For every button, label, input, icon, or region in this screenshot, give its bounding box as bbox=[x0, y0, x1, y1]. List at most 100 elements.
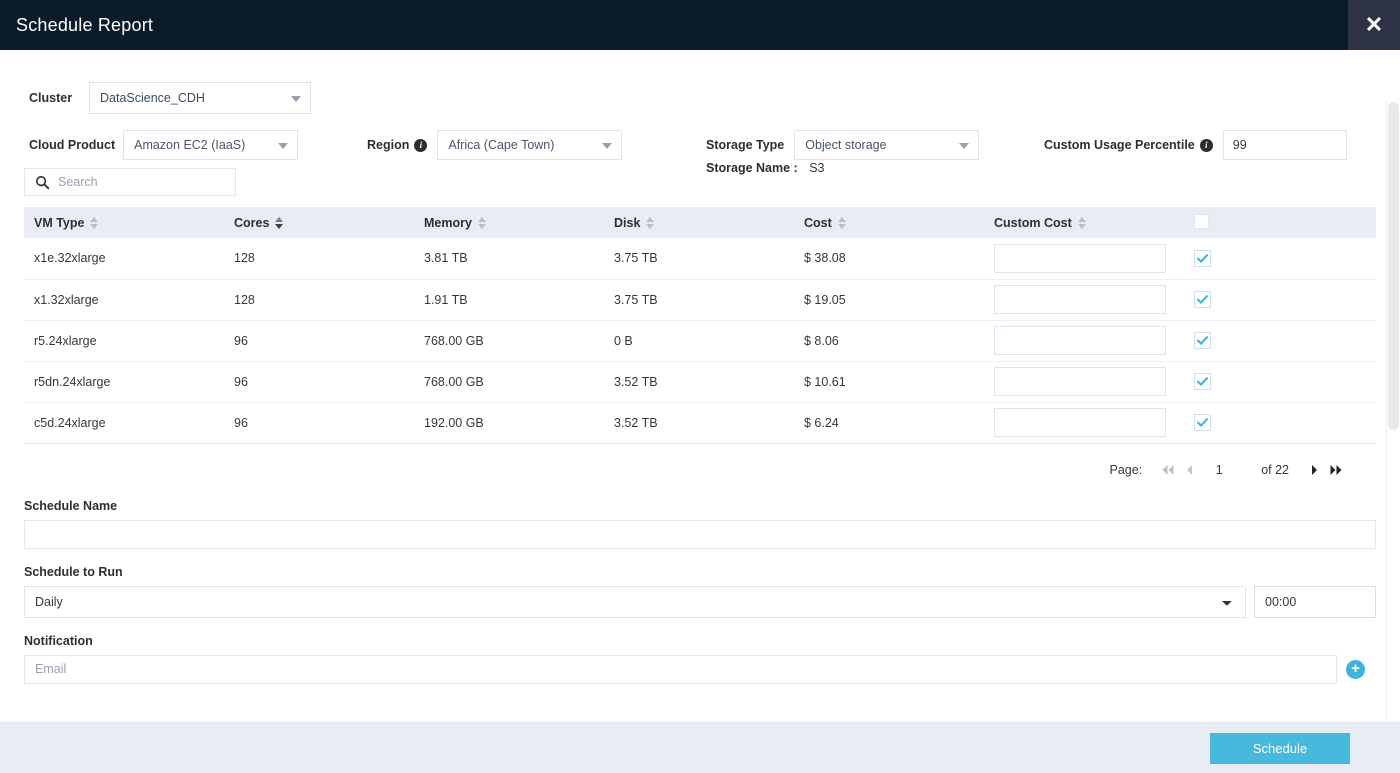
cell-memory: 3.81 TB bbox=[414, 238, 604, 280]
search-box[interactable] bbox=[24, 168, 236, 196]
row-checkbox[interactable] bbox=[1194, 414, 1211, 431]
custom-usage-percentile-input[interactable] bbox=[1222, 130, 1347, 160]
table-body: x1e.32xlarge 128 3.81 TB 3.75 TB $ 38.08 x1.3… bbox=[24, 238, 1376, 444]
schedule-time-input[interactable] bbox=[1254, 585, 1376, 618]
info-icon[interactable]: i bbox=[1199, 138, 1213, 152]
storage-type-dropdown[interactable]: Object storage bbox=[794, 130, 980, 160]
cell-memory: 768.00 GB bbox=[414, 320, 604, 362]
column-label: Memory bbox=[424, 215, 472, 230]
cell-cores: 128 bbox=[224, 279, 414, 321]
cell-cores: 96 bbox=[224, 320, 414, 362]
cell-memory: 192.00 GB bbox=[414, 402, 604, 444]
column-header-cost[interactable]: Cost bbox=[794, 207, 984, 238]
sort-icon[interactable] bbox=[90, 216, 99, 229]
region-label: Region bbox=[367, 138, 410, 152]
double-arrow-left-icon bbox=[1162, 464, 1174, 475]
add-email-button[interactable]: + bbox=[1346, 659, 1365, 679]
filters-section: Cluster DataScience_CDH Cloud Product Am… bbox=[24, 50, 1376, 175]
column-header-select-all[interactable] bbox=[1184, 207, 1376, 238]
schedule-name-input[interactable] bbox=[24, 519, 1376, 549]
vm-table: VM Type Cores Memory Disk Cost Custom Co… bbox=[24, 207, 1376, 444]
custom-cost-input[interactable] bbox=[994, 326, 1166, 355]
cell-vm-type: c5d.24xlarge bbox=[24, 402, 224, 444]
column-label: Cores bbox=[234, 215, 270, 230]
custom-usage-percentile-field: Custom Usage Percentile i bbox=[1044, 130, 1347, 160]
schedule-name-label: Schedule Name bbox=[24, 498, 118, 513]
schedule-to-run-label: Schedule to Run bbox=[24, 564, 123, 579]
cell-vm-type: x1e.32xlarge bbox=[24, 238, 224, 280]
first-page-button[interactable] bbox=[1156, 464, 1180, 476]
cluster-label: Cluster bbox=[29, 91, 73, 105]
page-title: Schedule Report bbox=[16, 14, 154, 35]
schedule-button[interactable]: Schedule bbox=[1210, 732, 1350, 764]
scrollbar-thumb[interactable] bbox=[1388, 102, 1399, 430]
schedule-to-run-row: DailyWeeklyMonthly bbox=[24, 585, 1376, 618]
column-header-cores[interactable]: Cores bbox=[224, 207, 414, 238]
close-button[interactable]: ✕ bbox=[1348, 0, 1400, 50]
chevron-down-icon bbox=[278, 143, 289, 149]
region-dropdown[interactable]: Africa (Cape Town) bbox=[437, 130, 623, 160]
cell-cores: 96 bbox=[224, 361, 414, 403]
search-input[interactable] bbox=[50, 169, 235, 195]
storage-type-label: Storage Type bbox=[706, 138, 785, 152]
cell-cost: $ 38.08 bbox=[794, 238, 984, 280]
row-checkbox[interactable] bbox=[1194, 373, 1211, 390]
cell-custom-cost bbox=[984, 279, 1184, 321]
table-header: VM Type Cores Memory Disk Cost Custom Co… bbox=[24, 207, 1376, 238]
next-page-button[interactable] bbox=[1305, 464, 1324, 476]
cloud-product-field: Cloud Product Amazon EC2 (IaaS) bbox=[29, 130, 299, 160]
column-label: VM Type bbox=[34, 215, 85, 230]
notification-email-input[interactable] bbox=[24, 654, 1337, 684]
cluster-dropdown[interactable]: DataScience_CDH bbox=[89, 82, 311, 114]
column-label: Disk bbox=[614, 215, 641, 230]
arrow-right-icon bbox=[1312, 464, 1317, 475]
modal-titlebar: Schedule Report ✕ bbox=[0, 0, 1400, 50]
select-all-checkbox[interactable] bbox=[1194, 213, 1209, 229]
cell-custom-cost bbox=[984, 402, 1184, 444]
cell-row-select bbox=[1184, 320, 1376, 362]
double-arrow-right-icon bbox=[1330, 464, 1342, 475]
storage-name-value: S3 bbox=[809, 161, 825, 175]
cell-vm-type: x1.32xlarge bbox=[24, 279, 224, 321]
cloud-product-dropdown-value: Amazon EC2 (IaaS) bbox=[134, 138, 246, 152]
sort-icon[interactable] bbox=[837, 216, 846, 229]
column-header-disk[interactable]: Disk bbox=[604, 207, 794, 238]
cell-cost: $ 6.24 bbox=[794, 402, 984, 444]
schedule-to-run-select[interactable]: DailyWeeklyMonthly bbox=[24, 585, 1246, 618]
chevron-down-icon bbox=[291, 96, 301, 102]
close-icon: ✕ bbox=[1364, 12, 1384, 37]
custom-usage-percentile-label: Custom Usage Percentile bbox=[1044, 138, 1195, 152]
last-page-button[interactable] bbox=[1324, 464, 1348, 476]
row-checkbox[interactable] bbox=[1194, 291, 1211, 308]
cluster-dropdown-value: DataScience_CDH bbox=[100, 91, 205, 105]
column-header-custom-cost[interactable]: Custom Cost bbox=[984, 207, 1184, 238]
sort-icon[interactable] bbox=[646, 216, 655, 229]
cell-custom-cost bbox=[984, 320, 1184, 362]
custom-cost-input[interactable] bbox=[994, 285, 1166, 314]
custom-cost-input[interactable] bbox=[994, 367, 1166, 396]
cell-row-select bbox=[1184, 402, 1376, 444]
sort-icon[interactable] bbox=[275, 216, 284, 229]
sort-icon[interactable] bbox=[1077, 216, 1086, 229]
sort-icon[interactable] bbox=[477, 216, 486, 229]
storage-name-label: Storage Name : bbox=[706, 161, 798, 175]
current-page-value[interactable]: 1 bbox=[1199, 463, 1239, 477]
column-label: Cost bbox=[804, 215, 832, 230]
chevron-down-icon bbox=[602, 143, 613, 149]
row-checkbox[interactable] bbox=[1194, 249, 1211, 267]
custom-cost-input[interactable] bbox=[994, 408, 1166, 437]
previous-page-button[interactable] bbox=[1180, 464, 1199, 476]
column-header-memory[interactable]: Memory bbox=[414, 207, 604, 238]
row-checkbox[interactable] bbox=[1194, 332, 1211, 349]
info-icon[interactable]: i bbox=[414, 138, 428, 152]
cell-cost: $ 8.06 bbox=[794, 320, 984, 362]
pagination: Page: 1 of 22 bbox=[24, 444, 1376, 477]
cell-disk: 3.52 TB bbox=[604, 402, 794, 444]
cloud-product-dropdown[interactable]: Amazon EC2 (IaaS) bbox=[123, 130, 299, 160]
cell-row-select bbox=[1184, 361, 1376, 403]
column-header-vm-type[interactable]: VM Type bbox=[24, 207, 224, 238]
custom-cost-input[interactable] bbox=[994, 243, 1166, 273]
column-label: Custom Cost bbox=[994, 215, 1072, 230]
cell-memory: 768.00 GB bbox=[414, 361, 604, 403]
page-scrollbar[interactable] bbox=[1386, 100, 1400, 722]
